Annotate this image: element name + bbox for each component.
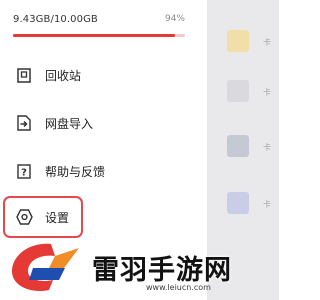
menu-item-recycle-bin[interactable]: 回收站 <box>15 58 195 92</box>
folder-thumbnail <box>227 30 249 52</box>
import-icon <box>15 114 33 132</box>
settings-highlight-box <box>3 196 83 238</box>
storage-usage-text: 9.43GB/10.00GB <box>13 14 98 25</box>
watermark-url: www.leiucn.com <box>146 283 211 292</box>
background-item-label: 卡 <box>263 88 271 97</box>
file-thumbnail <box>227 80 249 102</box>
trash-icon <box>15 66 33 84</box>
menu-label-help-feedback: 帮助与反馈 <box>45 164 106 179</box>
help-icon: ? <box>15 162 33 180</box>
menu-item-cloud-import[interactable]: 网盘导入 <box>15 106 195 140</box>
watermark-logo <box>3 238 93 300</box>
doc-thumbnail <box>227 192 249 214</box>
background-item-label: 卡 <box>263 38 271 47</box>
storage-progress-fill <box>13 34 175 37</box>
background-item-label: 卡 <box>263 200 271 209</box>
menu-item-help-feedback[interactable]: ? 帮助与反馈 <box>15 154 195 188</box>
image-thumbnail <box>227 135 249 157</box>
watermark-title: 雷羽手游网 <box>92 255 232 286</box>
storage-percent: 94% <box>164 14 185 24</box>
background-item-label: 卡 <box>263 143 271 152</box>
svg-text:?: ? <box>21 167 27 178</box>
menu-label-cloud-import: 网盘导入 <box>45 116 94 131</box>
storage-usage: 9.43GB/10.00GB 94% <box>13 14 185 38</box>
storage-progress-bar <box>13 34 185 37</box>
menu-label-recycle-bin: 回收站 <box>45 68 82 83</box>
